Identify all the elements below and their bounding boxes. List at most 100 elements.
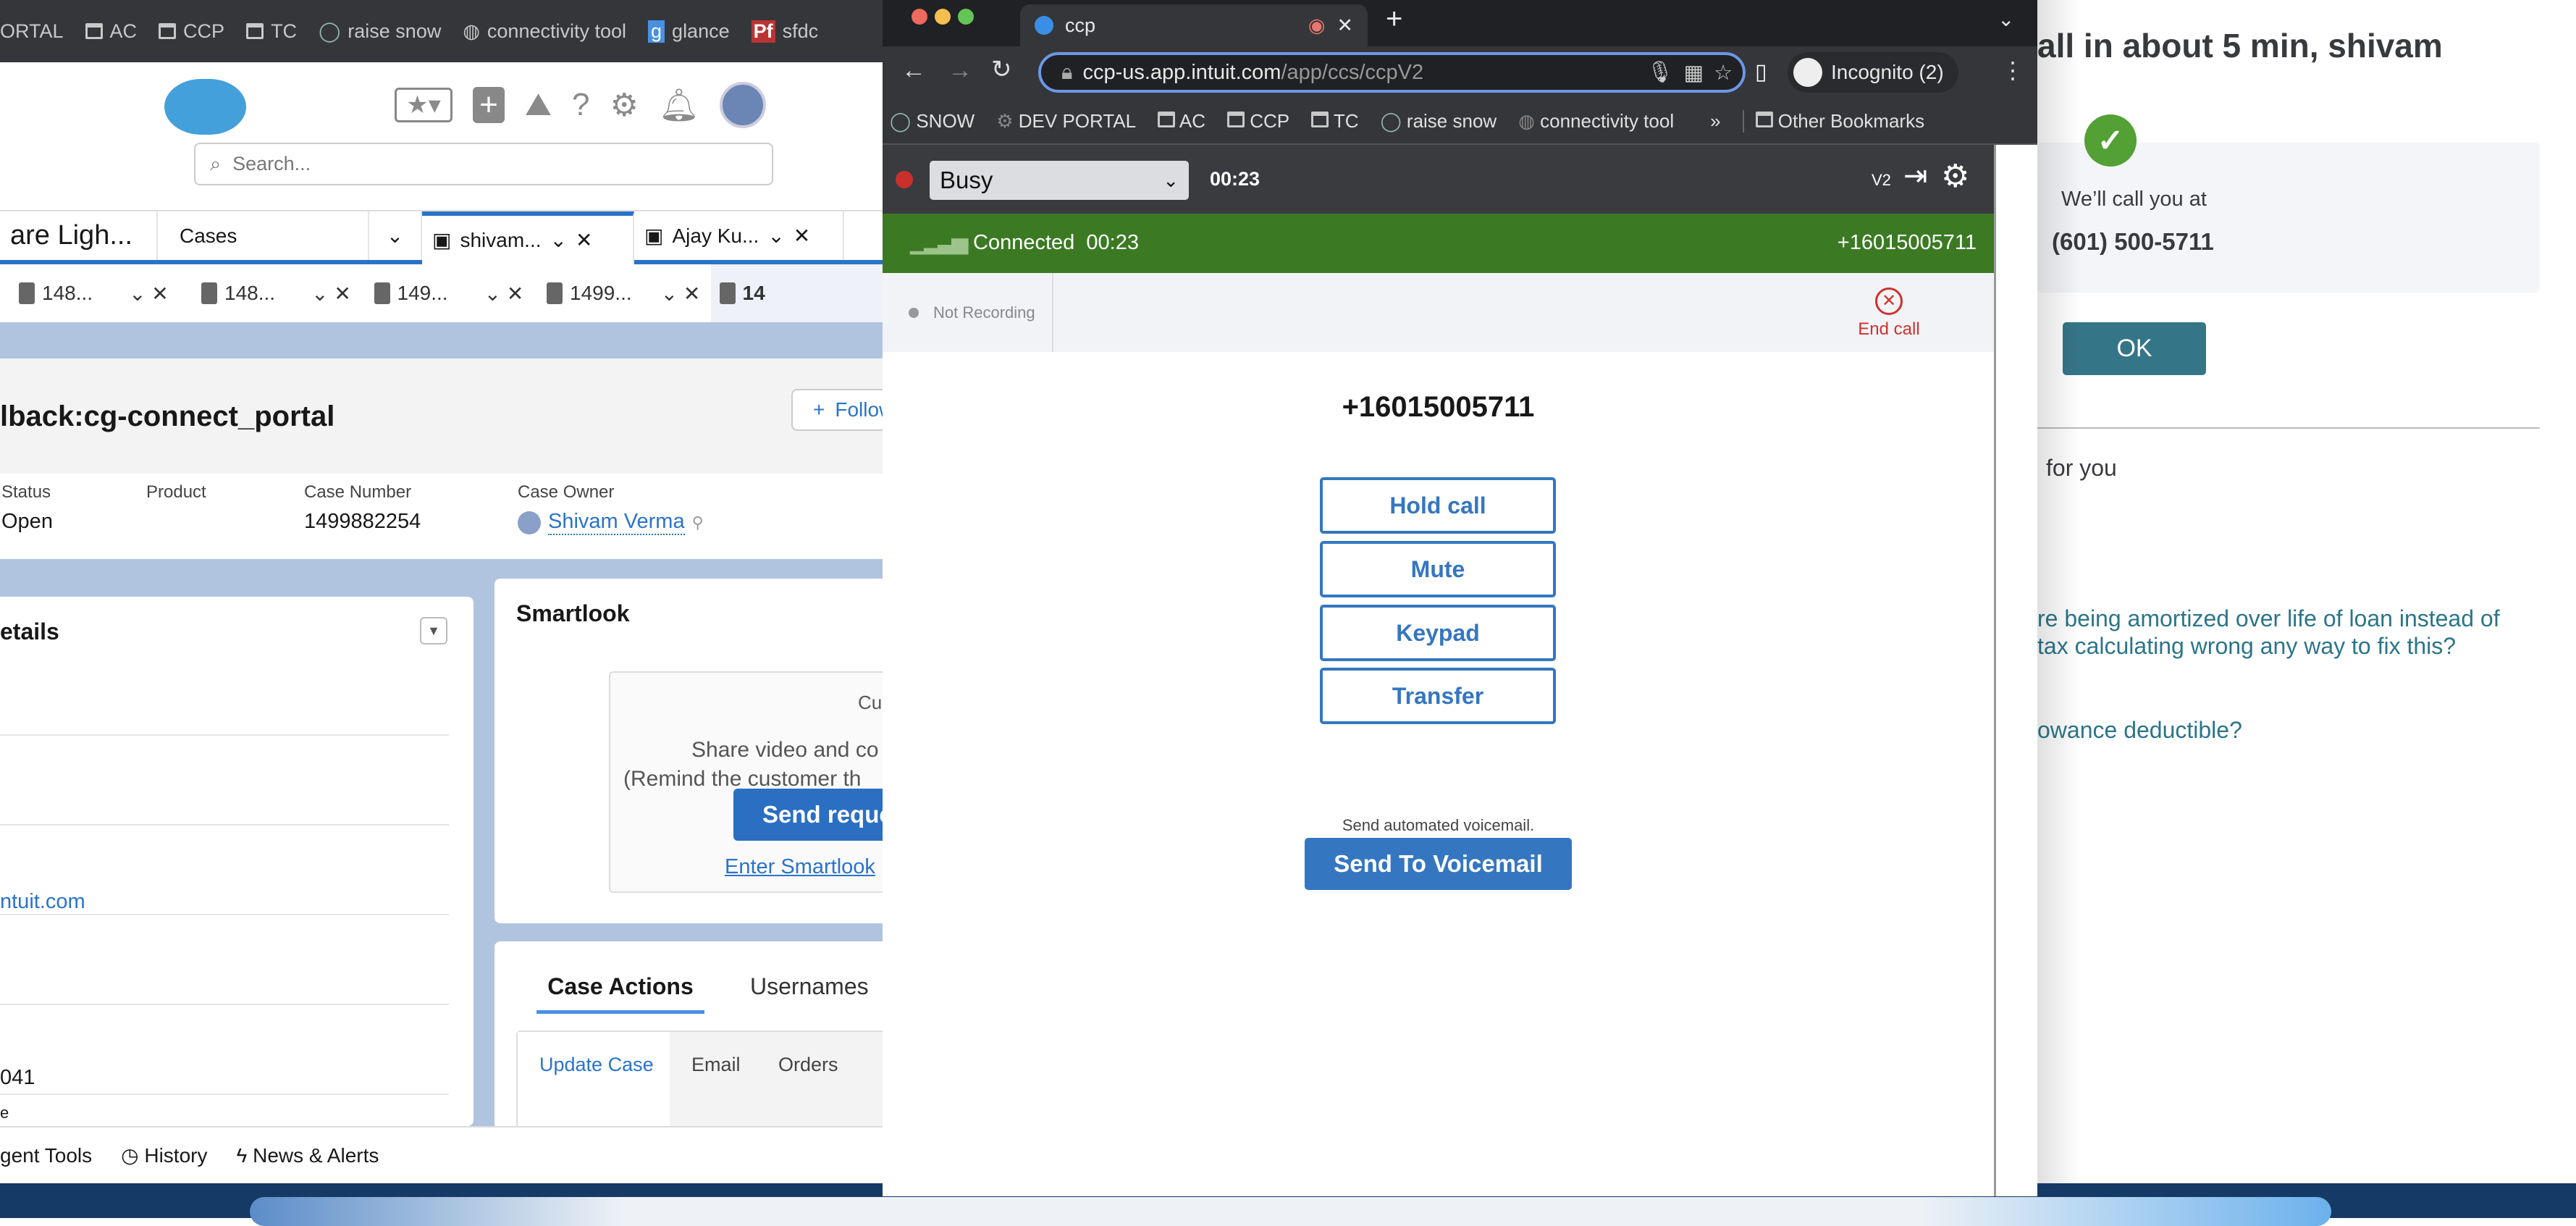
bookmark[interactable]: ◍ connectivity tool (463, 20, 626, 43)
utility-news[interactable]: ϟ News & Alerts (236, 1144, 379, 1167)
tab-update-case[interactable]: Update Case (518, 1032, 670, 1133)
bookmarks-bar: ORTAL AC CCP TC ◯ raise snow ◍ connectivit… (0, 0, 883, 62)
close-icon[interactable]: ✕ (794, 224, 810, 248)
add-icon[interactable]: + (473, 87, 505, 123)
bell-icon[interactable]: 🔔︎ (659, 86, 699, 124)
end-call-button[interactable]: ✕ End call (1853, 287, 1925, 340)
bookmark[interactable]: TC (246, 20, 297, 43)
status-select[interactable]: Busy ⌄ (930, 161, 1189, 200)
bookmark-star-icon[interactable]: ☆ (1714, 60, 1733, 85)
change-owner-icon[interactable]: ⚲ (692, 513, 704, 532)
close-window-icon[interactable] (912, 9, 927, 25)
chevron-down-icon[interactable]: ⌄ ✕ (661, 282, 701, 306)
field-product: Product (146, 482, 206, 510)
subtab[interactable]: 148... ⌄ ✕ (0, 264, 193, 322)
other-bookmarks[interactable]: Other Bookmarks (1742, 109, 1924, 133)
tab-ajay[interactable]: ▣ Ajay Ku... ⌄ ✕ (634, 211, 844, 260)
microphone-icon[interactable]: 🎙︎ (1647, 60, 1674, 85)
new-tab-icon[interactable]: + (1386, 3, 1402, 35)
trailhead-icon[interactable]: ⛰ (525, 87, 552, 123)
avatar[interactable] (719, 82, 766, 128)
reload-icon[interactable]: ↻ (991, 55, 1012, 84)
tab-cases[interactable]: Cases (158, 211, 369, 260)
hold-call-button[interactable]: Hold call (1320, 477, 1556, 534)
dropdown-icon[interactable]: ▼ (420, 617, 447, 645)
tab-app[interactable]: are Ligh... (0, 211, 158, 260)
send-request-button[interactable]: Send reque (733, 789, 883, 841)
side-panel-icon[interactable]: ▯ (1755, 59, 1767, 85)
keypad-button[interactable]: Keypad (1320, 605, 1556, 661)
tab-orders[interactable]: Orders (778, 1054, 838, 1076)
help-icon[interactable]: ? (572, 87, 589, 123)
bookmark[interactable]: AC (1158, 110, 1205, 133)
follow-button[interactable]: + Follow (791, 389, 883, 431)
qr-code-icon[interactable]: ▦ (1684, 60, 1704, 85)
menu-kebab-icon[interactable]: ⋮ (2001, 56, 2024, 84)
chevron-down-icon[interactable]: ⌄ (767, 224, 784, 248)
chevron-down-icon[interactable]: ⌄ ✕ (484, 282, 524, 306)
forward-icon[interactable]: → (948, 56, 972, 85)
bookmark[interactable]: AC (85, 20, 137, 43)
tab-usernames[interactable]: Usernames (750, 973, 869, 1000)
connected-bar: ▁▂▃▅ Connected 00:23 +16015005711 (883, 214, 1994, 273)
bookmark[interactable]: CCP (159, 20, 224, 43)
owner-link[interactable]: Shivam Verma (548, 510, 685, 535)
divider (1052, 273, 1053, 352)
subtab-active[interactable]: 14 (710, 264, 883, 322)
link-line: re being amortized over life of loan ins… (2037, 605, 2500, 631)
dock[interactable] (250, 1197, 2331, 1226)
bookmark[interactable]: ◯ SNOW (890, 110, 975, 133)
article-link[interactable]: re being amortized over life of loan ins… (2037, 605, 2500, 660)
address-bar[interactable]: 🔒︎ ccp-us.app.intuit.com/app/ccs/ccpV2 🎙… (1038, 52, 1746, 93)
bookmark[interactable]: ⚙ DEV PORTAL (996, 110, 1136, 133)
tab-search-chevron-icon[interactable]: ⌄ (1998, 7, 2014, 31)
back-icon[interactable]: ← (901, 56, 926, 85)
utility-history[interactable]: ◷ History (121, 1143, 207, 1167)
sfdc-icon: Pf (751, 20, 775, 43)
smartlook-text: Cu (858, 692, 883, 713)
subtab[interactable]: 1499... ⌄ ✕ (538, 264, 711, 322)
close-icon[interactable]: ✕ (576, 228, 592, 252)
subtab[interactable]: 148... ⌄ ✕ (193, 264, 366, 322)
bookmark[interactable]: ◯ raise snow (1381, 110, 1497, 133)
case-icon (547, 282, 563, 304)
maximize-window-icon[interactable] (958, 9, 974, 25)
subtab[interactable]: 149... ⌄ ✕ (366, 264, 539, 322)
bookmark[interactable]: ORTAL (0, 20, 64, 43)
favorites-star-icon[interactable]: ★▾ (395, 88, 453, 122)
bookmark[interactable]: TC (1311, 110, 1359, 133)
more-bookmarks-button[interactable]: » (1710, 110, 1720, 133)
logout-icon[interactable]: ⇥ (1903, 159, 1928, 193)
send-to-voicemail-button[interactable]: Send To Voicemail (1305, 838, 1572, 890)
transfer-button[interactable]: Transfer (1320, 668, 1556, 724)
bookmark[interactable]: ◯ raise snow (319, 20, 441, 43)
mute-button[interactable]: Mute (1320, 541, 1556, 597)
smartlook-text: (Remind the customer th (623, 767, 862, 791)
search-input[interactable]: ⌕ Search... (194, 143, 773, 185)
bookmark[interactable]: g glance (648, 20, 730, 43)
tab-chevron-down-icon[interactable]: ⌄ (369, 211, 422, 260)
bookmark[interactable]: CCP (1227, 110, 1289, 133)
bookmark[interactable]: ◍ connectivity tool (1518, 110, 1674, 133)
field-value: 041 (0, 1066, 35, 1089)
browser-tab[interactable]: ccp ◉ ✕ (1020, 4, 1368, 46)
email-link[interactable]: ntuit.com (0, 890, 85, 914)
smartlook-box: Cu Share video and co (Remind the custom… (609, 671, 883, 893)
gear-icon[interactable]: ⚙ (610, 87, 638, 124)
close-tab-icon[interactable]: ✕ (1337, 14, 1353, 37)
tab-email[interactable]: Email (691, 1054, 741, 1076)
chevron-down-icon[interactable]: ⌄ (550, 228, 567, 252)
utility-label: History (144, 1144, 208, 1167)
utility-bar: gent Tools ◷ History ϟ News & Alerts (0, 1126, 883, 1183)
minimize-window-icon[interactable] (935, 9, 951, 25)
chevron-down-icon[interactable]: ⌄ ✕ (311, 282, 351, 306)
tab-shivam[interactable]: ▣ shivam... ⌄ ✕ (422, 211, 634, 264)
bookmark[interactable]: Pf sfdc (751, 20, 818, 43)
utility-agent-tools[interactable]: gent Tools (0, 1144, 92, 1167)
settings-gear-icon[interactable]: ⚙ (1941, 158, 1969, 195)
incognito-profile-button[interactable]: Incognito (2) (1788, 52, 1958, 93)
tab-case-actions[interactable]: Case Actions (536, 973, 704, 1014)
enter-smartlook-link[interactable]: Enter Smartlook (725, 855, 875, 879)
chevron-down-icon[interactable]: ⌄ ✕ (129, 282, 169, 306)
ok-button[interactable]: OK (2063, 322, 2206, 375)
